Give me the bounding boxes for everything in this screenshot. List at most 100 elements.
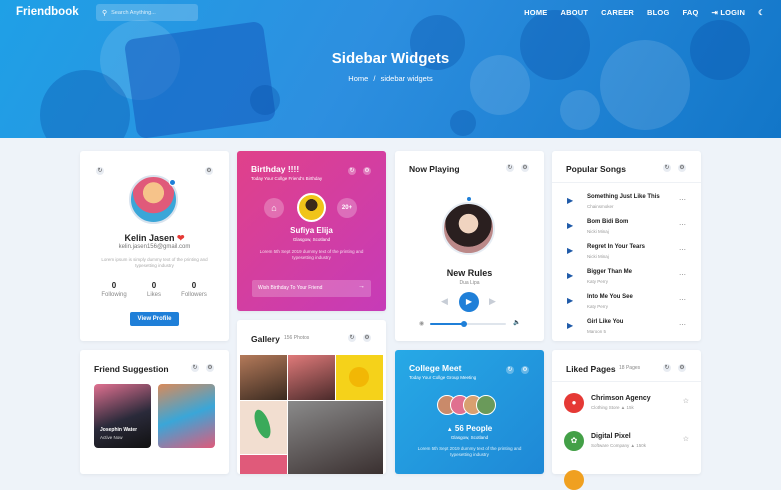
previous-icon[interactable]: ◀ — [441, 296, 448, 307]
top-nav: Friendbook ⚲ HOME ABOUT CAREER BLOG FAQ … — [0, 0, 781, 26]
settings-icon[interactable]: ⚙ — [363, 334, 371, 342]
stat-value: 0 — [111, 281, 117, 290]
star-icon[interactable]: ☆ — [683, 435, 689, 443]
song-artist: Dua Lipa — [459, 280, 480, 286]
song-item[interactable]: ▶ Something Just Like This Chainsmoker ⋯ — [567, 192, 687, 212]
college-subtitle: Today Your Collge Group Meeting — [409, 375, 477, 380]
people-count-row: ▲ 56 People — [395, 424, 544, 433]
settings-icon[interactable]: ⚙ — [205, 167, 213, 175]
refresh-icon[interactable]: ↻ — [348, 167, 356, 175]
repeat-icon[interactable]: ◉ — [419, 320, 424, 327]
song-title: Regret In Your Tears — [587, 244, 646, 250]
suggestion-name: Josephin Water — [100, 427, 138, 433]
song-title: Into Me You See — [587, 294, 633, 300]
college-meet-card: College Meet Today Your Collge Group Mee… — [395, 350, 544, 474]
search-input[interactable] — [111, 9, 192, 16]
more-icon[interactable]: ⋯ — [679, 296, 686, 304]
settings-icon[interactable]: ⚙ — [678, 164, 686, 172]
gallery-photo[interactable] — [288, 401, 383, 474]
song-title: Bigger Than Me — [587, 269, 633, 275]
song-artist: Maroon 5 — [587, 329, 607, 334]
nav-item-faq[interactable]: FAQ — [683, 8, 699, 17]
refresh-icon[interactable]: ↻ — [663, 364, 671, 372]
gallery-photo[interactable] — [240, 355, 287, 400]
song-artist: Nicki Minaj — [587, 254, 609, 259]
member-avatar — [476, 395, 496, 415]
search-box[interactable]: ⚲ — [96, 4, 198, 21]
play-icon[interactable]: ▶ — [567, 221, 579, 233]
progress-knob[interactable] — [461, 321, 468, 327]
liked-pages-count: 18 Pages — [619, 365, 641, 371]
people-icon: ▲ — [446, 427, 453, 433]
next-icon[interactable]: ▶ — [489, 296, 496, 307]
gallery-photo[interactable] — [240, 401, 287, 454]
progress-track[interactable] — [430, 321, 506, 327]
nav-item-blog[interactable]: BLOG — [647, 8, 669, 17]
settings-icon[interactable]: ⚙ — [678, 364, 686, 372]
song-item[interactable]: ▶ Into Me You See Katy Perry ⋯ — [567, 292, 687, 312]
page-logo: ● — [564, 393, 584, 413]
more-icon[interactable]: ⋯ — [679, 321, 686, 329]
refresh-icon[interactable]: ↻ — [506, 366, 514, 374]
login-link[interactable]: ⇥ LOGIN — [712, 8, 746, 17]
now-playing-title: Now Playing — [409, 164, 460, 174]
wish-birthday-button[interactable]: Wish Birthday To Your Friend → — [252, 280, 371, 297]
birthday-card: Birthday !!!! Today Your Collge Friend's… — [237, 151, 386, 311]
settings-icon[interactable]: ⚙ — [521, 164, 529, 172]
liked-pages-card: Liked Pages 18 Pages ↻ ⚙ ● Chrimson Agen… — [552, 350, 701, 490]
nav-item-about[interactable]: ABOUT — [560, 8, 588, 17]
refresh-icon[interactable]: ↻ — [506, 164, 514, 172]
gallery-photo[interactable] — [240, 455, 287, 474]
settings-icon[interactable]: ⚙ — [521, 366, 529, 374]
page-logo — [564, 470, 584, 490]
suggestion-photo[interactable]: Josephin Water Active Now — [94, 384, 151, 448]
suggestion-photo[interactable] — [158, 384, 215, 448]
play-icon[interactable]: ▶ — [567, 246, 579, 258]
song-item[interactable]: ▶ Bigger Than Me Katy Perry ⋯ — [567, 267, 687, 287]
refresh-icon[interactable]: ↻ — [96, 167, 104, 175]
view-profile-button[interactable]: View Profile — [130, 312, 179, 326]
wish-label: Wish Birthday To Your Friend — [258, 285, 323, 291]
play-icon[interactable]: ▶ — [567, 271, 579, 283]
settings-icon[interactable]: ⚙ — [206, 364, 214, 372]
gallery-photo[interactable] — [288, 355, 335, 400]
refresh-icon[interactable]: ↻ — [663, 164, 671, 172]
liked-page-item[interactable]: ✿ Digital Pixel Software Company ▲ 150k … — [564, 431, 689, 453]
nav-item-career[interactable]: CAREER — [601, 8, 634, 17]
logo[interactable]: Friendbook — [16, 6, 79, 18]
liked-page-item[interactable]: ● Chrimson Agency Clothing Store ▲ 15k ☆ — [564, 393, 689, 415]
gallery-photo[interactable] — [336, 355, 383, 400]
more-icon[interactable]: ⋯ — [679, 221, 686, 229]
more-icon[interactable]: ⋯ — [679, 271, 686, 279]
page-meta-row: Software Company ▲ 150k — [591, 443, 646, 448]
breadcrumb-home[interactable]: Home — [348, 74, 368, 83]
play-icon[interactable]: ▶ — [567, 296, 579, 308]
profile-stat-following: 0 Following — [94, 281, 134, 298]
refresh-icon[interactable]: ↻ — [348, 334, 356, 342]
play-icon[interactable]: ▶ — [567, 321, 579, 333]
divider — [552, 381, 701, 382]
birthday-avatar[interactable] — [297, 193, 326, 222]
star-icon[interactable]: ☆ — [683, 397, 689, 405]
track-dot — [467, 197, 471, 201]
more-icon[interactable]: ⋯ — [679, 196, 686, 204]
song-item[interactable]: ▶ Bom Bidi Bom Nicki Minaj ⋯ — [567, 217, 687, 237]
album-art — [442, 202, 495, 255]
play-button[interactable]: ▶ — [459, 292, 479, 312]
birthday-location: Glasgow, Scotland — [292, 237, 331, 242]
refresh-icon[interactable]: ↻ — [191, 364, 199, 372]
birthday-text: Lorem 5th Sept 2019 dummy text of the pr… — [259, 249, 364, 260]
song-item[interactable]: ▶ Girl Like You Maroon 5 ⋯ — [567, 317, 687, 337]
settings-icon[interactable]: ⚙ — [363, 167, 371, 175]
page-title: Sidebar Widgets — [331, 50, 450, 67]
page-logo: ✿ — [564, 431, 584, 451]
volume-icon[interactable]: 🔈 — [513, 319, 520, 326]
play-icon[interactable]: ▶ — [567, 196, 579, 208]
page-meta: Software Company — [591, 443, 630, 448]
nav-item-home[interactable]: HOME — [524, 8, 547, 17]
college-text: Lorem 5th Sept 2019 dummy text of the pr… — [417, 446, 522, 457]
dark-mode-icon[interactable]: ☾ — [758, 8, 765, 17]
song-item[interactable]: ▶ Regret In Your Tears Nicki Minaj ⋯ — [567, 242, 687, 262]
more-icon[interactable]: ⋯ — [679, 246, 686, 254]
leaf-icon — [251, 407, 274, 441]
